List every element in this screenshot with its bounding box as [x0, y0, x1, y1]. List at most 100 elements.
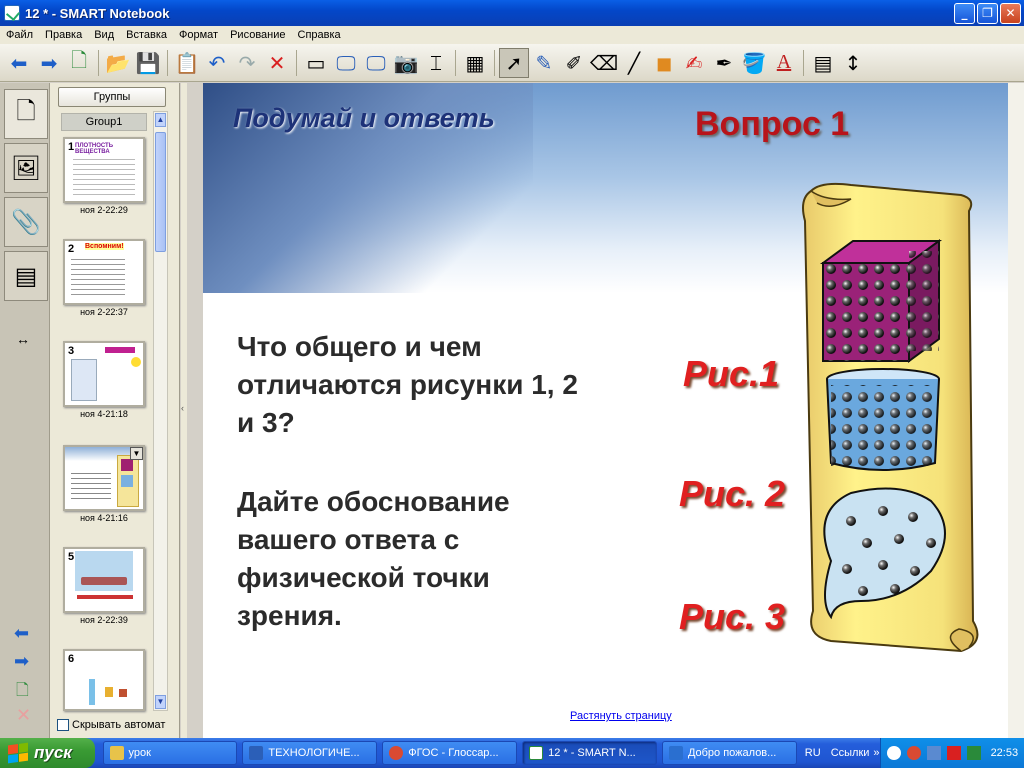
slide-page[interactable]: Подумай и ответь Вопрос 1 Что общего и ч…: [203, 83, 1024, 738]
autohide-option[interactable]: Скрывать автомат: [57, 719, 165, 731]
menu-bar: Файл Правка Вид Вставка Формат Рисование…: [0, 26, 1024, 44]
back-icon[interactable]: [886, 746, 901, 760]
sorter-scrollbar[interactable]: ▲ ▼: [153, 111, 168, 711]
document-camera-icon[interactable]: ⌶: [421, 48, 451, 78]
question-title: Вопрос 1: [695, 105, 850, 143]
menu-edit[interactable]: Правка: [39, 29, 88, 41]
page-thumbnail[interactable]: 3: [63, 341, 145, 407]
network-icon[interactable]: [926, 746, 941, 760]
paste-icon[interactable]: 📋: [172, 48, 202, 78]
page-timestamp: ноя 2-22:39: [80, 615, 128, 625]
magic-pen-icon[interactable]: ✍: [679, 48, 709, 78]
line-icon[interactable]: ╱: [619, 48, 649, 78]
page-sorter: Группы Group1 1 ПЛОТНОСТЬ ВЕЩЕСТВА ноя 2…: [50, 83, 180, 738]
properties-icon[interactable]: ▤: [808, 48, 838, 78]
task-button-welcome[interactable]: Добро пожалов...: [661, 741, 797, 765]
smart-notebook-icon: [4, 5, 20, 21]
back-arrow-icon[interactable]: ⬅: [4, 48, 34, 78]
prev-page-arrow-icon[interactable]: ⬅: [14, 623, 29, 644]
page-thumbnail[interactable]: 1 ПЛОТНОСТЬ ВЕЩЕСТВА: [63, 137, 145, 203]
links-toolbar[interactable]: Ссылки: [831, 747, 870, 759]
text-icon[interactable]: A: [769, 48, 799, 78]
delete-page-side-icon[interactable]: ✕: [16, 705, 31, 726]
language-indicator[interactable]: RU: [805, 747, 821, 759]
menu-insert[interactable]: Вставка: [120, 29, 173, 41]
scroll-illustration: [802, 182, 979, 653]
move-toolbar-icon[interactable]: ↕: [838, 48, 868, 78]
fill-icon[interactable]: 🪣: [739, 48, 769, 78]
system-tray: 22:53: [879, 738, 1024, 768]
toolbar: ⬅ ➡ 🗋 📂 💾 📋 ↶ ↷ ✕ ▭ 🖵 🖵 📷 ⌶ ▦ ➚ ✎ ✐ ⌫ ╱ …: [0, 44, 1024, 82]
dual-page-icon[interactable]: 🖵: [361, 48, 391, 78]
page-thumbnail[interactable]: 2 Вспомним!: [63, 239, 145, 305]
fullscreen-icon[interactable]: 🖵: [331, 48, 361, 78]
task-button-folder[interactable]: урок: [102, 741, 238, 765]
chrome-tray-icon[interactable]: [906, 746, 921, 760]
liquid-vessel-figure: [826, 368, 940, 471]
menu-draw[interactable]: Рисование: [224, 29, 291, 41]
shape-recognition-pen-icon[interactable]: ✒: [709, 48, 739, 78]
table-icon[interactable]: ▦: [460, 48, 490, 78]
delete-icon[interactable]: ✕: [262, 48, 292, 78]
figure-label-3: Рис. 3: [679, 596, 786, 637]
task-button-smart-notebook[interactable]: 12 * - SMART N...: [522, 741, 657, 765]
next-page-arrow-icon[interactable]: ➡: [14, 651, 29, 672]
security-icon[interactable]: [966, 746, 981, 760]
start-button[interactable]: пуск: [0, 738, 95, 768]
restore-button[interactable]: ❐: [977, 2, 998, 24]
resize-arrows-icon[interactable]: ↔: [16, 331, 30, 347]
autohide-checkbox[interactable]: [57, 719, 69, 731]
app-icon: [668, 746, 683, 760]
pen-icon[interactable]: ✎: [529, 48, 559, 78]
minimize-button[interactable]: _: [954, 2, 975, 24]
open-folder-icon[interactable]: 📂: [103, 48, 133, 78]
creative-pen-icon[interactable]: ✐: [559, 48, 589, 78]
screen-capture-icon[interactable]: 📷: [391, 48, 421, 78]
select-tool-icon[interactable]: ➚: [499, 47, 529, 78]
undo-icon[interactable]: ↶: [202, 48, 232, 78]
windows-logo-icon: [8, 742, 28, 764]
page-thumbnail[interactable]: 4 ▼: [63, 445, 145, 511]
forward-arrow-icon[interactable]: ➡: [34, 48, 64, 78]
groups-button[interactable]: Группы: [58, 87, 166, 107]
page-sorter-tab-icon[interactable]: 🗋: [4, 89, 48, 139]
shapes-icon[interactable]: ◼: [649, 48, 679, 78]
close-button[interactable]: ✕: [1000, 2, 1021, 24]
stretch-page-link[interactable]: Растянуть страницу: [570, 710, 672, 722]
autohide-label: Скрывать автомат: [72, 719, 166, 731]
task-button-browser[interactable]: ФГОС - Глоссар...: [382, 741, 518, 765]
solid-cube-figure: [819, 239, 943, 363]
question-text: Что общего и чем отличаются рисунки 1, 2…: [237, 331, 578, 438]
canvas-scrollbar[interactable]: [1008, 83, 1024, 738]
menu-help[interactable]: Справка: [292, 29, 347, 41]
attachments-tab-icon[interactable]: 📎: [4, 197, 48, 247]
eraser-icon[interactable]: ⌫: [589, 48, 619, 78]
menu-file[interactable]: Файл: [0, 29, 39, 41]
page-thumbnail[interactable]: 6: [63, 649, 145, 711]
add-page-side-icon[interactable]: 🗋: [16, 679, 29, 706]
scroll-up-icon[interactable]: ▲: [155, 113, 166, 127]
window-title: 12 * - SMART Notebook: [25, 5, 170, 21]
antivirus-icon[interactable]: [946, 746, 961, 760]
canvas-area: Подумай и ответь Вопрос 1 Что общего и ч…: [187, 83, 1024, 738]
page-timestamp: ноя 4-21:18: [80, 409, 128, 419]
slide-subtitle: Подумай и ответь: [233, 103, 495, 133]
gallery-tab-icon[interactable]: 🖼: [4, 143, 48, 193]
side-tab-bar: 🗋 🖼 📎 ▤ ↔ ⬅ ➡ 🗋 ✕: [0, 83, 50, 738]
redo-icon[interactable]: ↷: [232, 48, 262, 78]
save-icon[interactable]: 💾: [133, 48, 163, 78]
add-page-icon[interactable]: 🗋: [64, 48, 94, 78]
smart-notebook-task-icon: [529, 746, 544, 760]
scrollbar-thumb[interactable]: [155, 132, 166, 252]
page-timestamp: ноя 2-22:37: [80, 307, 128, 317]
properties-tab-icon[interactable]: ▤: [4, 251, 48, 301]
screen-shade-icon[interactable]: ▭: [301, 48, 331, 78]
task-button-word[interactable]: ТЕХНОЛОГИЧЕ...: [242, 741, 378, 765]
scroll-down-icon[interactable]: ▼: [155, 695, 166, 709]
group-label: Group1: [61, 113, 147, 131]
clock[interactable]: 22:53: [991, 747, 1019, 759]
thumbnail-menu-icon[interactable]: ▼: [130, 447, 143, 460]
menu-format[interactable]: Формат: [173, 29, 224, 41]
menu-view[interactable]: Вид: [88, 29, 120, 41]
page-thumbnail[interactable]: 5: [63, 547, 145, 613]
